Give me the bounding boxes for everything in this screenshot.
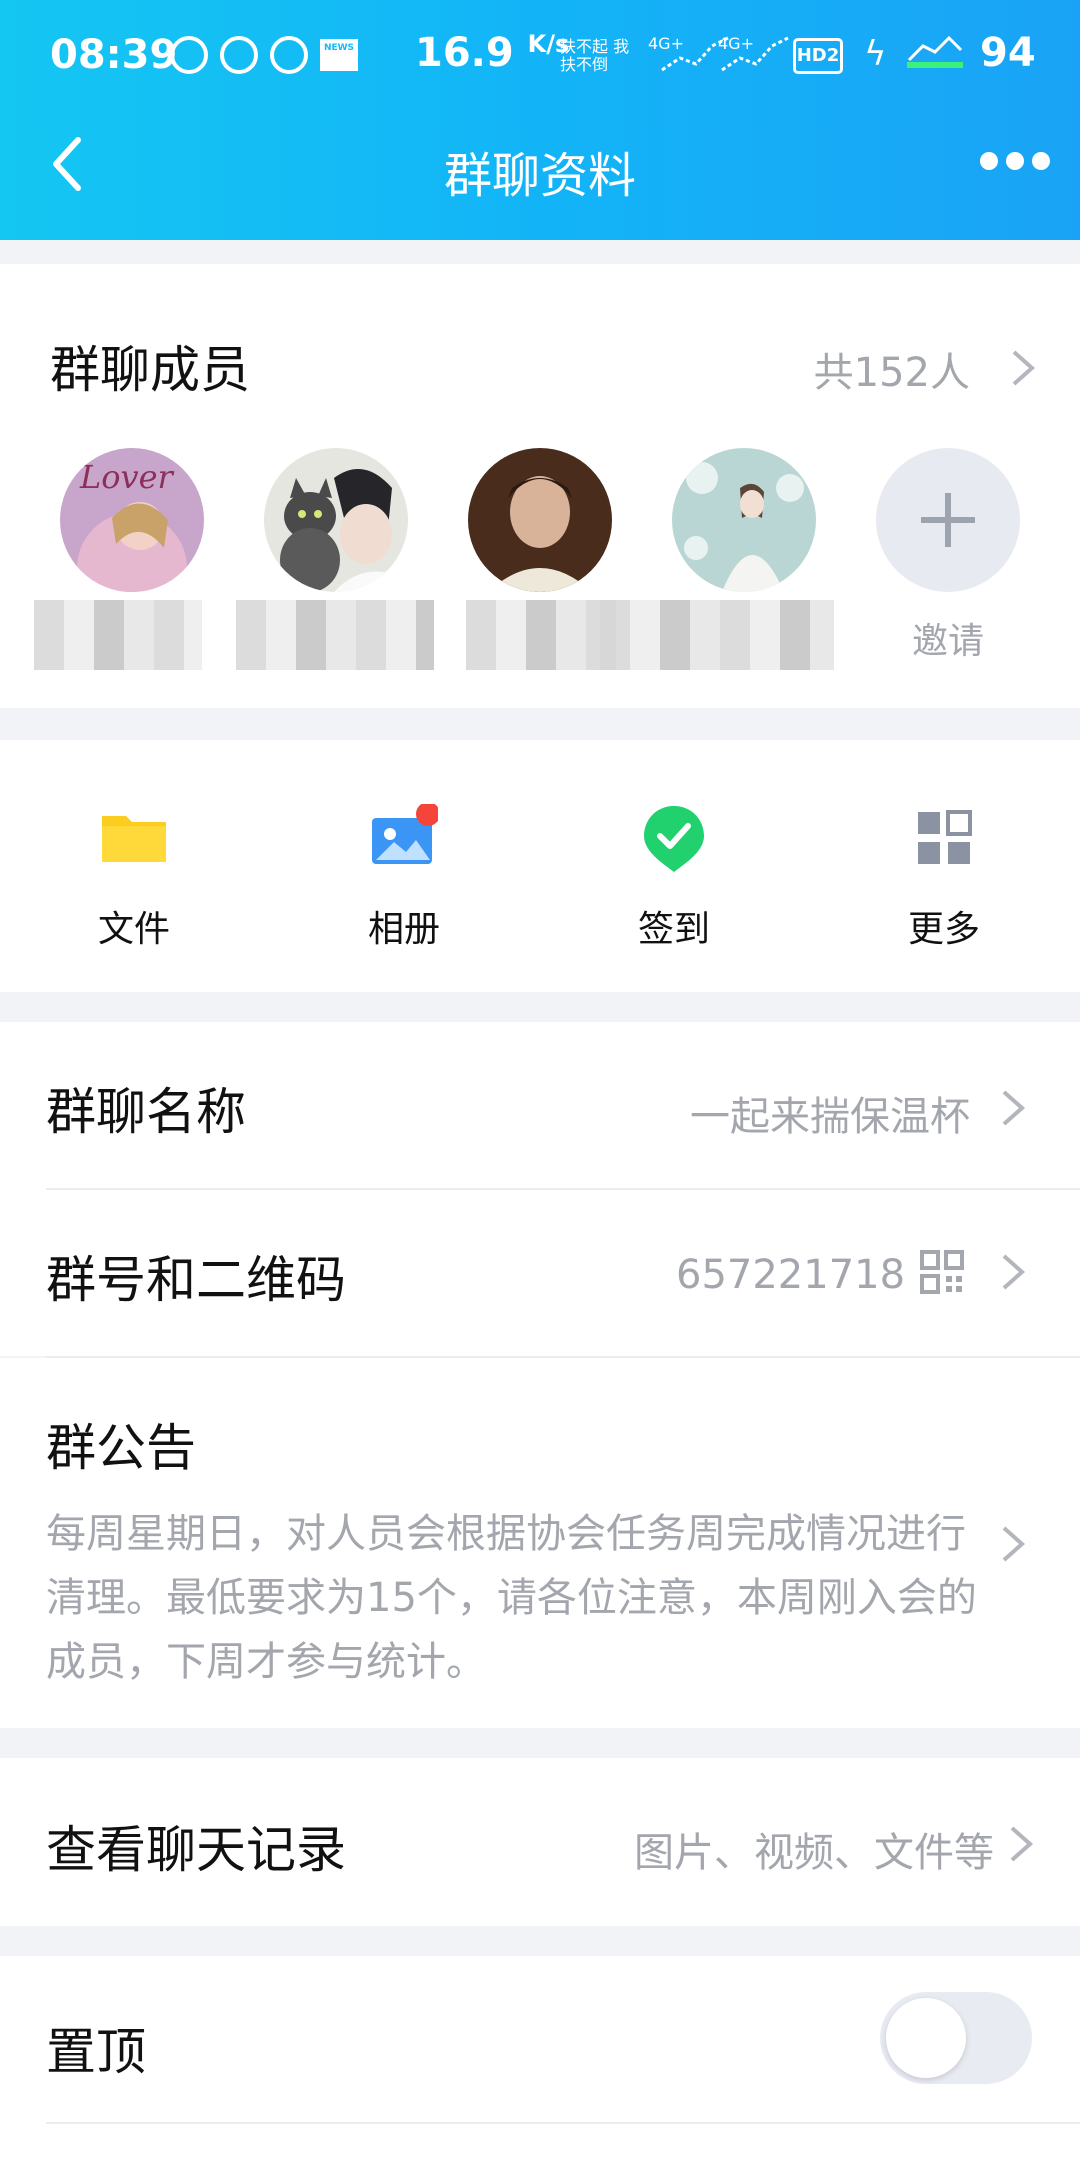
group-profile-page: 08:39 NEWS 16.9 K/s 扶不起 我扶不倒 4G+ 4G+ HD2… bbox=[0, 0, 1080, 2160]
plus-icon-vertical bbox=[945, 493, 951, 547]
divider bbox=[46, 2122, 1080, 2124]
chevron-right-icon bbox=[1002, 1254, 1026, 1290]
hd-voice-icon: HD2 bbox=[793, 38, 843, 74]
chat-history-value: 图片、视频、文件等 bbox=[634, 1830, 994, 1876]
header: 08:39 NEWS 16.9 K/s 扶不起 我扶不倒 4G+ 4G+ HD2… bbox=[0, 0, 1080, 240]
group-name-row[interactable]: 群聊名称 一起来揣保温杯 bbox=[0, 1022, 1080, 1190]
group-id-row[interactable]: 群号和二维码 657221718 bbox=[0, 1190, 1080, 1356]
group-name-value: 一起来揣保温杯 bbox=[690, 1094, 970, 1140]
member-name-blurred bbox=[34, 600, 202, 670]
member-name-blurred bbox=[236, 600, 434, 670]
network-speed-value: 16.9 bbox=[415, 30, 514, 76]
network-speed: 16.9 K/s bbox=[415, 30, 569, 76]
member-avatar-3[interactable] bbox=[468, 448, 612, 592]
folder-icon bbox=[102, 816, 166, 862]
grid-icon bbox=[918, 810, 972, 864]
status-tiny-text: 扶不起 我扶不倒 bbox=[560, 37, 630, 74]
tool-more[interactable]: 更多 bbox=[844, 780, 1044, 960]
members-title: 群聊成员 bbox=[50, 341, 250, 399]
invite-button[interactable] bbox=[876, 448, 1020, 592]
more-options-button[interactable] bbox=[980, 152, 1050, 170]
pin-label: 置顶 bbox=[46, 2023, 146, 2081]
chat-history-label: 查看聊天记录 bbox=[46, 1821, 346, 1879]
more-dot-icon bbox=[980, 152, 998, 170]
tool-label: 相册 bbox=[367, 909, 440, 950]
more-dot-icon bbox=[1006, 152, 1024, 170]
member-avatar-4[interactable] bbox=[672, 448, 816, 592]
swirl-icon bbox=[220, 36, 258, 74]
chevron-right-icon bbox=[1002, 1090, 1026, 1126]
tool-files[interactable]: 文件 bbox=[34, 780, 234, 960]
charging-icon: ϟ bbox=[864, 34, 887, 74]
chat-history-row[interactable]: 查看聊天记录 图片、视频、文件等 bbox=[0, 1758, 1080, 1926]
signal-2-icon bbox=[721, 36, 789, 72]
photo-album-icon bbox=[372, 804, 438, 864]
chevron-right-icon bbox=[1010, 1826, 1034, 1862]
page-title: 群聊资料 bbox=[443, 148, 636, 204]
members-chevron-icon[interactable] bbox=[1010, 348, 1036, 388]
toggle-knob bbox=[886, 1998, 966, 2078]
member-name-blurred bbox=[600, 600, 834, 670]
notification-icons: NEWS bbox=[170, 36, 358, 74]
invite-label: 邀请 bbox=[911, 621, 984, 662]
svg-text:Lover: Lover bbox=[79, 458, 175, 496]
member-avatar-1[interactable]: Lover bbox=[60, 448, 204, 592]
chat-bubble-icon bbox=[170, 36, 208, 74]
checkin-icon bbox=[644, 806, 704, 872]
members-count[interactable]: 共152人 bbox=[814, 340, 970, 398]
tool-album[interactable]: 相册 bbox=[304, 780, 504, 960]
battery-level-icon bbox=[907, 35, 963, 68]
weibo-icon bbox=[270, 36, 308, 74]
tool-label: 签到 bbox=[637, 909, 710, 950]
group-notice-text: 每周星期日，对人员会根据协会任务周完成情况进行清理。最低要求为15个，请各位注意… bbox=[46, 1511, 977, 1685]
group-id-value: 657221718 bbox=[676, 1252, 906, 1298]
chevron-right-icon bbox=[1002, 1526, 1026, 1562]
more-dot-icon bbox=[1032, 152, 1050, 170]
group-name-label: 群聊名称 bbox=[46, 1083, 246, 1141]
status-time: 08:39 bbox=[50, 32, 178, 78]
group-id-label: 群号和二维码 bbox=[46, 1251, 346, 1309]
pin-toggle[interactable] bbox=[880, 1992, 1032, 2084]
tools-row: 文件 相册 签到 更多 bbox=[0, 740, 1080, 992]
member-avatar-2[interactable] bbox=[264, 448, 408, 592]
status-bar: 08:39 NEWS 16.9 K/s 扶不起 我扶不倒 4G+ 4G+ HD2… bbox=[0, 0, 1080, 112]
group-notice-label: 群公告 bbox=[46, 1419, 196, 1477]
tool-label: 更多 bbox=[907, 909, 980, 950]
battery-percent: 94 bbox=[980, 30, 1036, 76]
tool-label: 文件 bbox=[97, 909, 170, 950]
news-icon: NEWS bbox=[320, 39, 358, 71]
member-name-blurred bbox=[466, 600, 616, 670]
tool-checkin[interactable]: 签到 bbox=[574, 780, 774, 960]
qr-code-icon bbox=[920, 1250, 964, 1294]
